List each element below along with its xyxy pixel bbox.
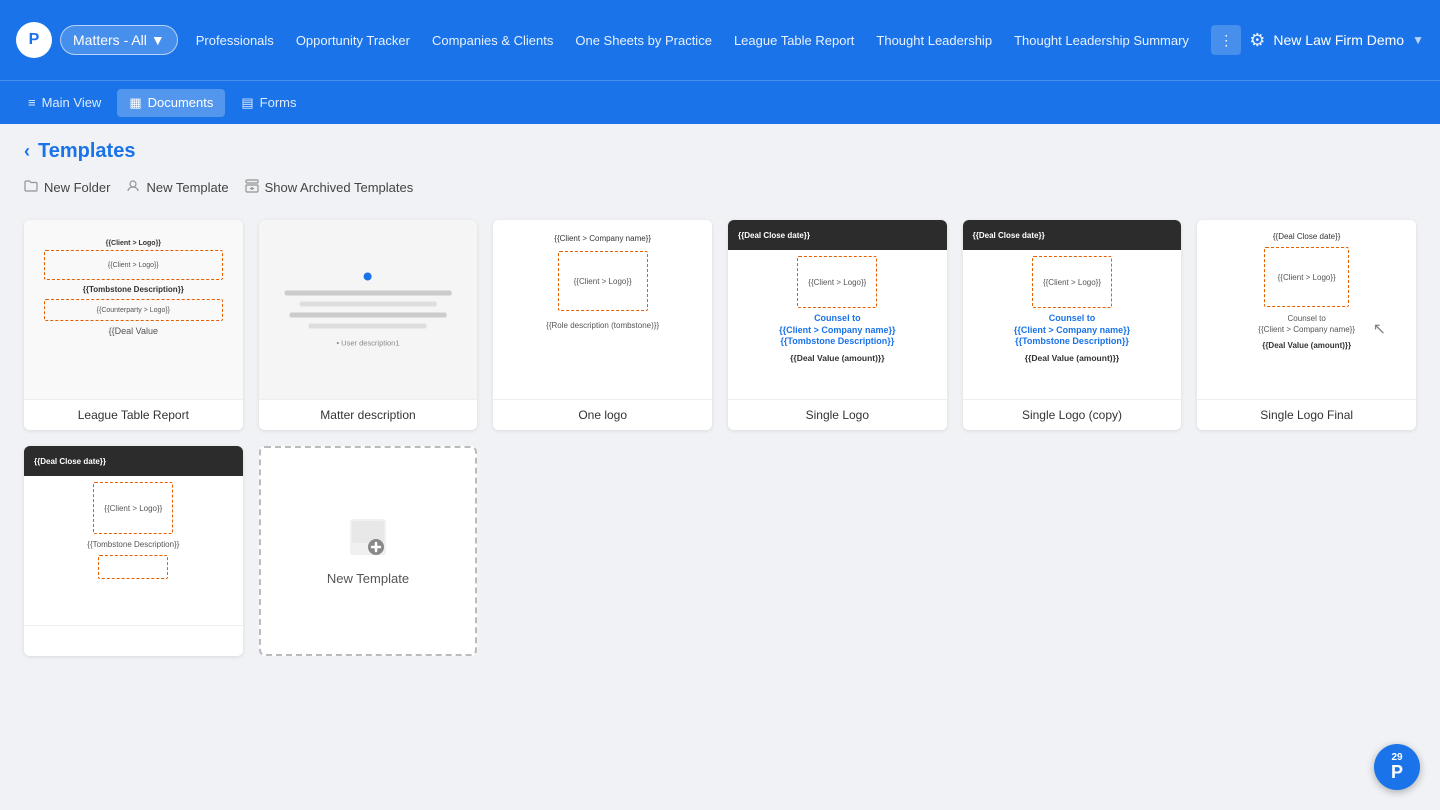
new-template-button[interactable]: New Template: [126, 175, 228, 200]
template-matter-desc[interactable]: • User description1 Matter description: [259, 220, 478, 430]
templates-grid-row2: {{Deal Close date}} {{Client > Logo}} {{…: [24, 446, 1416, 656]
new-template-plus-icon: [348, 517, 388, 563]
badge-letter: P: [1391, 763, 1403, 781]
templates-grid: {{Client > Logo}} {{Client > Logo}} {{To…: [24, 220, 1416, 430]
template-single-logo-copy-label: Single Logo (copy): [963, 400, 1182, 430]
template-single-logo-final-label: Single Logo Final: [1197, 400, 1416, 430]
new-folder-button[interactable]: New Folder: [24, 175, 110, 200]
template-single-logo-copy[interactable]: {{Deal Close date}} {{Client > Logo}} Co…: [963, 220, 1182, 430]
page-content: ‹ Templates New Folder New Template: [0, 124, 1440, 810]
subnav-forms[interactable]: ▤ Forms: [229, 89, 308, 117]
nav-links: Professionals Opportunity Tracker Compan…: [186, 27, 1204, 54]
matters-chevron-icon: ▼: [151, 32, 165, 48]
nav-opportunity-tracker[interactable]: Opportunity Tracker: [286, 27, 420, 54]
nav-thought-leadership[interactable]: Thought Leadership: [866, 27, 1002, 54]
archived-icon: [245, 179, 259, 196]
main-view-icon: ≡: [28, 95, 36, 110]
nav-league-table[interactable]: League Table Report: [724, 27, 864, 54]
nav-one-sheets[interactable]: One Sheets by Practice: [565, 27, 722, 54]
nav-professionals[interactable]: Professionals: [186, 27, 284, 54]
template-single-logo-dark[interactable]: {{Deal Close date}} {{Client > Logo}} {{…: [24, 446, 243, 656]
action-bar: New Folder New Template Show Archived Te…: [24, 175, 1416, 200]
top-navigation: P Matters - All ▼ Professionals Opportun…: [0, 0, 1440, 80]
new-template-card[interactable]: New Template: [259, 446, 478, 656]
template-single-logo-final[interactable]: {{Deal Close date}} {{Client > Logo}} Co…: [1197, 220, 1416, 430]
subnav-documents[interactable]: ▦ Documents: [117, 89, 225, 117]
nav-right: ⋮ ⚙ New Law Firm Demo ▼: [1211, 25, 1424, 55]
template-league-table[interactable]: {{Client > Logo}} {{Client > Logo}} {{To…: [24, 220, 243, 430]
template-one-logo[interactable]: {{Client > Company name}} {{Client > Log…: [493, 220, 712, 430]
nav-companies-clients[interactable]: Companies & Clients: [422, 27, 563, 54]
show-archived-button[interactable]: Show Archived Templates: [245, 175, 414, 200]
new-template-icon: [126, 179, 140, 196]
notification-badge[interactable]: 29 P: [1374, 744, 1420, 790]
subnav-main-view[interactable]: ≡ Main View: [16, 89, 113, 116]
new-folder-icon: [24, 179, 38, 196]
nav-thought-leadership-summary[interactable]: Thought Leadership Summary: [1004, 27, 1199, 54]
back-button[interactable]: ‹: [24, 141, 30, 162]
logo-button[interactable]: P: [16, 22, 52, 58]
new-template-label: New Template: [327, 571, 409, 586]
template-single-logo-label: Single Logo: [728, 400, 947, 430]
template-matter-desc-label: Matter description: [259, 400, 478, 430]
documents-icon: ▦: [129, 95, 141, 111]
forms-icon: ▤: [241, 95, 253, 111]
firm-chevron-icon: ▼: [1412, 33, 1424, 47]
template-one-logo-label: One logo: [493, 400, 712, 430]
firm-name[interactable]: New Law Firm Demo: [1273, 32, 1404, 48]
page-title: Templates: [38, 140, 135, 163]
expand-button[interactable]: ⋮: [1211, 25, 1241, 55]
template-league-table-label: League Table Report: [24, 400, 243, 430]
settings-icon[interactable]: ⚙: [1249, 30, 1265, 51]
sub-navigation: ≡ Main View ▦ Documents ▤ Forms: [0, 80, 1440, 124]
breadcrumb-row: ‹ Templates: [24, 140, 1416, 163]
template-single-logo[interactable]: {{Deal Close date}} {{Client > Logo}} Co…: [728, 220, 947, 430]
template-single-logo-dark-label: [24, 626, 243, 642]
matters-dropdown[interactable]: Matters - All ▼: [60, 25, 178, 55]
